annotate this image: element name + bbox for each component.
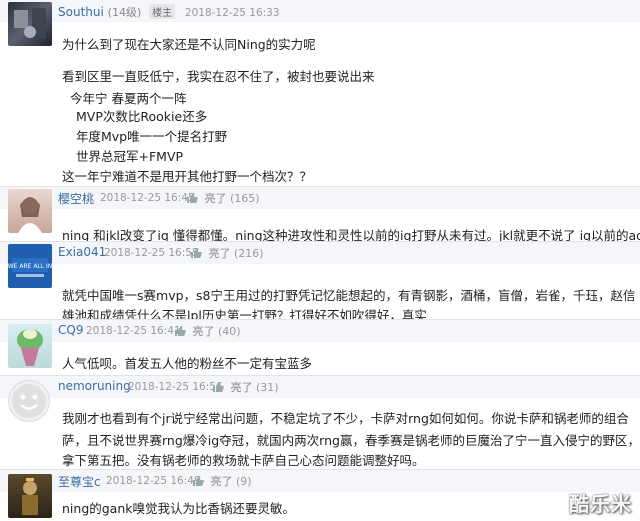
like-button[interactable]: 亮了 (165) xyxy=(186,190,260,206)
post-time: 2018-12-25 16:56 xyxy=(128,381,223,393)
like-count: (165) xyxy=(230,192,260,205)
like-button[interactable]: 亮了 (40) xyxy=(174,323,241,339)
username[interactable]: CQ9 xyxy=(58,323,83,337)
post-line: 这一年宁难道不是甩开其他打野一个档次？？ xyxy=(62,169,313,184)
like-label: 亮了 xyxy=(204,192,227,205)
user-level: (14级) xyxy=(107,6,142,19)
post-line: ning的gank嗅觉我认为比香锅还要灵敏。 xyxy=(62,501,296,516)
avatar[interactable]: WE ARE ALL IN xyxy=(8,244,52,288)
username[interactable]: Exia041 xyxy=(58,245,106,259)
svg-text:WE ARE ALL IN: WE ARE ALL IN xyxy=(8,263,52,270)
username[interactable]: 至尊宝c xyxy=(58,473,101,490)
like-count: (216) xyxy=(234,247,264,260)
username-text[interactable]: nemoruning xyxy=(58,379,131,393)
default-avatar-icon xyxy=(12,384,46,418)
post-line: 就凭中国唯一s赛mvp，s8宁王用过的打野凭记忆能想起的，有青钢影，酒桶，盲僧，… xyxy=(62,288,636,303)
thumbs-up-icon xyxy=(191,248,202,258)
avatar[interactable] xyxy=(8,2,52,46)
like-label: 亮了 xyxy=(210,475,233,488)
post-line: 为什么到了现在大家还是不认同Ning的实力呢 xyxy=(62,37,316,52)
username[interactable]: Southui (14级) 楼主 2018-12-25 16:33 xyxy=(58,4,280,20)
like-count: (9) xyxy=(236,475,252,488)
post-line: 人气低呗。首发五人他的粉丝不一定有宝蓝多 xyxy=(62,356,313,371)
post-line: 我刚才也看到有个jr说宁经常出问题，不稳定坑了不少，卡萨对rng如何如何。你说卡… xyxy=(62,411,629,426)
like-label: 亮了 xyxy=(230,381,253,394)
username[interactable]: nemoruning xyxy=(58,379,131,393)
watermark: 酷乐米 xyxy=(569,492,632,516)
post-line: MVP次数比Rookie还多 xyxy=(76,109,208,124)
avatar-image xyxy=(17,329,43,366)
post-header xyxy=(0,187,640,209)
avatar[interactable] xyxy=(8,474,52,518)
post-line: 看到区里一直贬低宁，我实在忍不住了，被封也要说出来 xyxy=(62,69,375,84)
like-button[interactable]: 亮了 (9) xyxy=(192,473,252,489)
username-text[interactable]: 樱空桃 xyxy=(58,192,94,206)
avatar[interactable] xyxy=(8,380,50,422)
like-button[interactable]: 亮了 (31) xyxy=(212,379,279,395)
avatar[interactable] xyxy=(8,189,52,233)
post-time: 2018-12-25 16:55 xyxy=(104,247,199,259)
avatar-image xyxy=(14,8,46,38)
like-label: 亮了 xyxy=(208,247,231,260)
post-time: 2018-12-25 16:33 xyxy=(184,7,280,19)
thumbs-up-icon xyxy=(193,476,204,486)
username-text[interactable]: Southui xyxy=(58,5,104,19)
like-count: (40) xyxy=(218,325,241,338)
username-text[interactable]: CQ9 xyxy=(58,323,83,337)
post-time: 2018-12-25 16:49 xyxy=(106,475,201,487)
post-line: 萨，且不说世界赛rng爆冷ig夺冠，就国内两次rng赢，春季赛是锅老师的巨魔治了… xyxy=(62,433,640,448)
thumbs-up-icon xyxy=(187,193,198,203)
post-time: 2018-12-25 16:45 xyxy=(100,192,195,204)
thumbs-up-icon xyxy=(175,326,186,336)
op-badge: 楼主 xyxy=(149,4,176,19)
username-text[interactable]: 至尊宝c xyxy=(58,475,101,489)
thumbs-up-icon xyxy=(213,382,224,392)
avatar-image xyxy=(22,478,38,515)
avatar-image xyxy=(18,196,42,233)
like-count: (31) xyxy=(256,381,279,394)
username[interactable]: 樱空桃 xyxy=(58,190,94,207)
post-line: 世界总冠军+FMVP xyxy=(76,149,184,164)
avatar[interactable] xyxy=(8,324,52,368)
post-line: 年度Mvp唯一一个提名打野 xyxy=(76,129,228,144)
avatar-image: WE ARE ALL IN xyxy=(8,258,52,277)
username-text[interactable]: Exia041 xyxy=(58,245,106,259)
like-button[interactable]: 亮了 (216) xyxy=(190,245,264,261)
like-label: 亮了 xyxy=(192,325,215,338)
post-time: 2018-12-25 16:41 xyxy=(86,325,181,337)
